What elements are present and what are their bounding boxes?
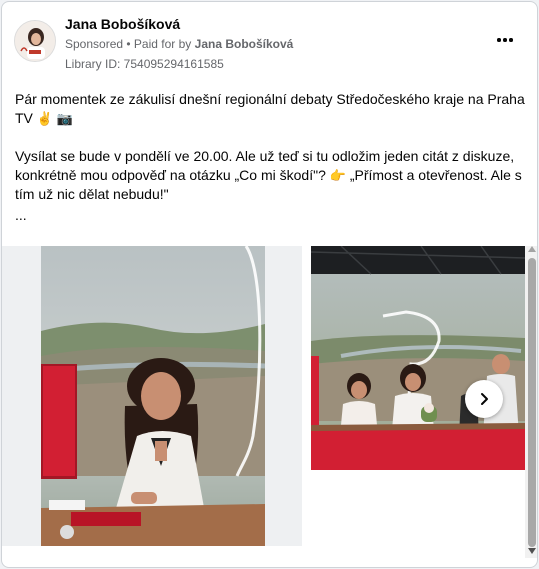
- pointing-hand-icon: 👉: [329, 168, 346, 183]
- post-paragraph-1-text: Pár momentek ze zákulisí dnešní regionál…: [15, 91, 525, 126]
- paid-for-prefix: • Paid for by: [126, 37, 192, 51]
- scroll-up-arrow-icon[interactable]: [528, 246, 536, 252]
- post-paragraph-2: Vysílat se bude v pondělí ve 20.00. Ale …: [15, 147, 530, 204]
- avatar-image: [15, 21, 55, 61]
- scrollbar-thumb[interactable]: [528, 258, 536, 547]
- ad-post-card: Jana Bobošíková Sponsored • Paid for by …: [1, 1, 538, 568]
- post-text: Pár momentek ze zákulisí dnešní regionál…: [15, 90, 530, 225]
- victory-hand-icon: ✌: [36, 111, 53, 126]
- chevron-right-icon: [481, 393, 488, 405]
- more-options-button[interactable]: [495, 30, 515, 50]
- see-more-ellipsis[interactable]: ...: [15, 206, 530, 225]
- post-paragraph-1: Pár momentek ze zákulisí dnešní regionál…: [15, 90, 530, 128]
- carousel-slide-1[interactable]: [2, 246, 302, 546]
- camera-icon: 📷: [56, 111, 74, 126]
- carousel-next-button[interactable]: [465, 380, 503, 418]
- carousel-photo-2[interactable]: [311, 246, 525, 470]
- carousel-photo-1[interactable]: [41, 246, 265, 546]
- scroll-down-arrow-icon[interactable]: [528, 548, 536, 554]
- author-name[interactable]: Jana Bobošíková: [65, 16, 180, 32]
- library-id: Library ID: 754095294161585: [65, 57, 224, 71]
- paid-for-name[interactable]: Jana Bobošíková: [195, 37, 294, 51]
- sponsored-label: Sponsored: [65, 37, 124, 51]
- sponsored-line: Sponsored • Paid for by Jana Bobošíková: [65, 37, 293, 51]
- author-avatar[interactable]: [14, 20, 56, 62]
- vertical-scrollbar[interactable]: [525, 246, 537, 558]
- more-horizontal-icon: [497, 38, 513, 42]
- image-carousel: [2, 246, 537, 546]
